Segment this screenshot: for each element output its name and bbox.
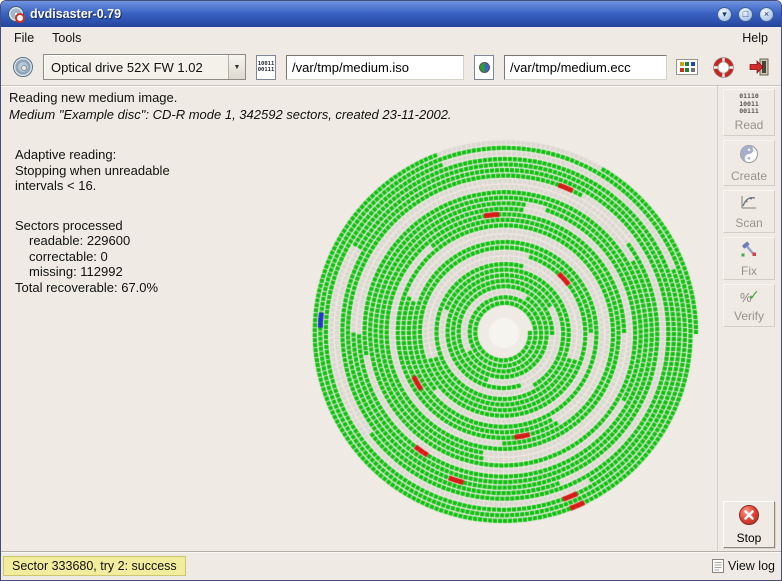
- scan-chart-icon: [739, 193, 759, 214]
- read-button[interactable]: 01110 10011 00111 Read: [723, 89, 775, 136]
- reading-info-panel: Adaptive reading: Stopping when unreadab…: [15, 147, 280, 295]
- sectors-processed-heading: Sectors processed: [15, 218, 280, 234]
- drive-combobox-value: Optical drive 52X FW 1.02: [44, 60, 228, 75]
- statusbar: Sector 333680, try 2: success View log: [1, 551, 781, 580]
- readable-count: readable: 229600: [15, 233, 280, 249]
- lifering-icon: [713, 57, 734, 78]
- medium-info-line: Medium "Example disc": CD-R mode 1, 3425…: [9, 106, 452, 123]
- preferences-icon: [676, 59, 698, 76]
- fix-button[interactable]: Fix: [723, 237, 775, 280]
- menu-file[interactable]: File: [5, 29, 43, 47]
- iso-path-input[interactable]: [286, 55, 464, 80]
- help-button[interactable]: [709, 52, 737, 82]
- titlebar[interactable]: dvdisaster-0.79 ▾ □ ×: [1, 1, 781, 27]
- hammer-icon: [739, 239, 759, 262]
- verify-check-icon: %✓: [739, 289, 759, 307]
- sidebar-separator: [717, 86, 719, 551]
- drive-combobox[interactable]: Optical drive 52X FW 1.02 ▼: [43, 54, 246, 80]
- binary-row: 00111: [258, 67, 275, 74]
- stop-button[interactable]: Stop: [723, 501, 775, 548]
- window-title: dvdisaster-0.79: [30, 7, 121, 21]
- exit-door-icon: [748, 57, 770, 77]
- status-header: Reading new medium image. Medium "Exampl…: [9, 89, 452, 123]
- verify-button[interactable]: %✓ Verify: [723, 284, 775, 327]
- adaptive-reading-heading: Adaptive reading:: [15, 147, 280, 163]
- stop-icon: [738, 504, 760, 529]
- menu-tools[interactable]: Tools: [43, 29, 90, 47]
- quit-button[interactable]: [745, 52, 773, 82]
- close-button[interactable]: ×: [759, 7, 774, 22]
- minimize-button[interactable]: ▾: [717, 7, 732, 22]
- create-button-label: Create: [731, 169, 767, 183]
- scan-button-label: Scan: [735, 216, 762, 230]
- ecc-file-icon: [474, 55, 494, 80]
- missing-count: missing: 112992: [15, 264, 280, 280]
- fix-button-label: Fix: [741, 264, 757, 278]
- stop-button-label: Stop: [737, 531, 762, 545]
- status-message: Sector 333680, try 2: success: [3, 556, 186, 576]
- toolbar: Optical drive 52X FW 1.02 ▼ 10011 00111: [1, 49, 781, 86]
- image-file-button[interactable]: 10011 00111: [252, 52, 280, 82]
- scan-button[interactable]: Scan: [723, 190, 775, 233]
- drive-select-button[interactable]: [9, 52, 37, 82]
- read-binary-icon: 01110 10011 00111: [739, 93, 759, 116]
- disc-sector-map: [294, 132, 716, 538]
- create-button[interactable]: Create: [723, 140, 775, 186]
- preferences-button[interactable]: [673, 52, 701, 82]
- view-log-button[interactable]: View log: [712, 559, 775, 573]
- image-file-icon: 10011 00111: [256, 55, 276, 80]
- status-line-1: Reading new medium image.: [9, 89, 452, 106]
- ecc-file-button[interactable]: [470, 52, 498, 82]
- total-recoverable: Total recoverable: 67.0%: [15, 280, 280, 296]
- maximize-button[interactable]: □: [738, 7, 753, 22]
- read-button-label: Read: [735, 118, 764, 132]
- menubar: File Tools Help: [1, 27, 781, 49]
- correctable-count: correctable: 0: [15, 249, 280, 265]
- ecc-path-input[interactable]: [504, 55, 667, 80]
- app-icon: [8, 6, 24, 22]
- view-log-label: View log: [728, 559, 775, 573]
- stopping-line-2: intervals < 16.: [15, 178, 280, 194]
- chevron-down-icon[interactable]: ▼: [228, 55, 245, 79]
- stopping-line-1: Stopping when unreadable: [15, 163, 280, 179]
- app-window: dvdisaster-0.79 ▾ □ × File Tools Help Op…: [0, 0, 782, 581]
- menu-help[interactable]: Help: [733, 29, 777, 47]
- verify-button-label: Verify: [734, 309, 764, 323]
- optical-drive-icon: [13, 57, 33, 77]
- log-file-icon: [712, 559, 724, 573]
- yin-yang-icon: [739, 144, 759, 167]
